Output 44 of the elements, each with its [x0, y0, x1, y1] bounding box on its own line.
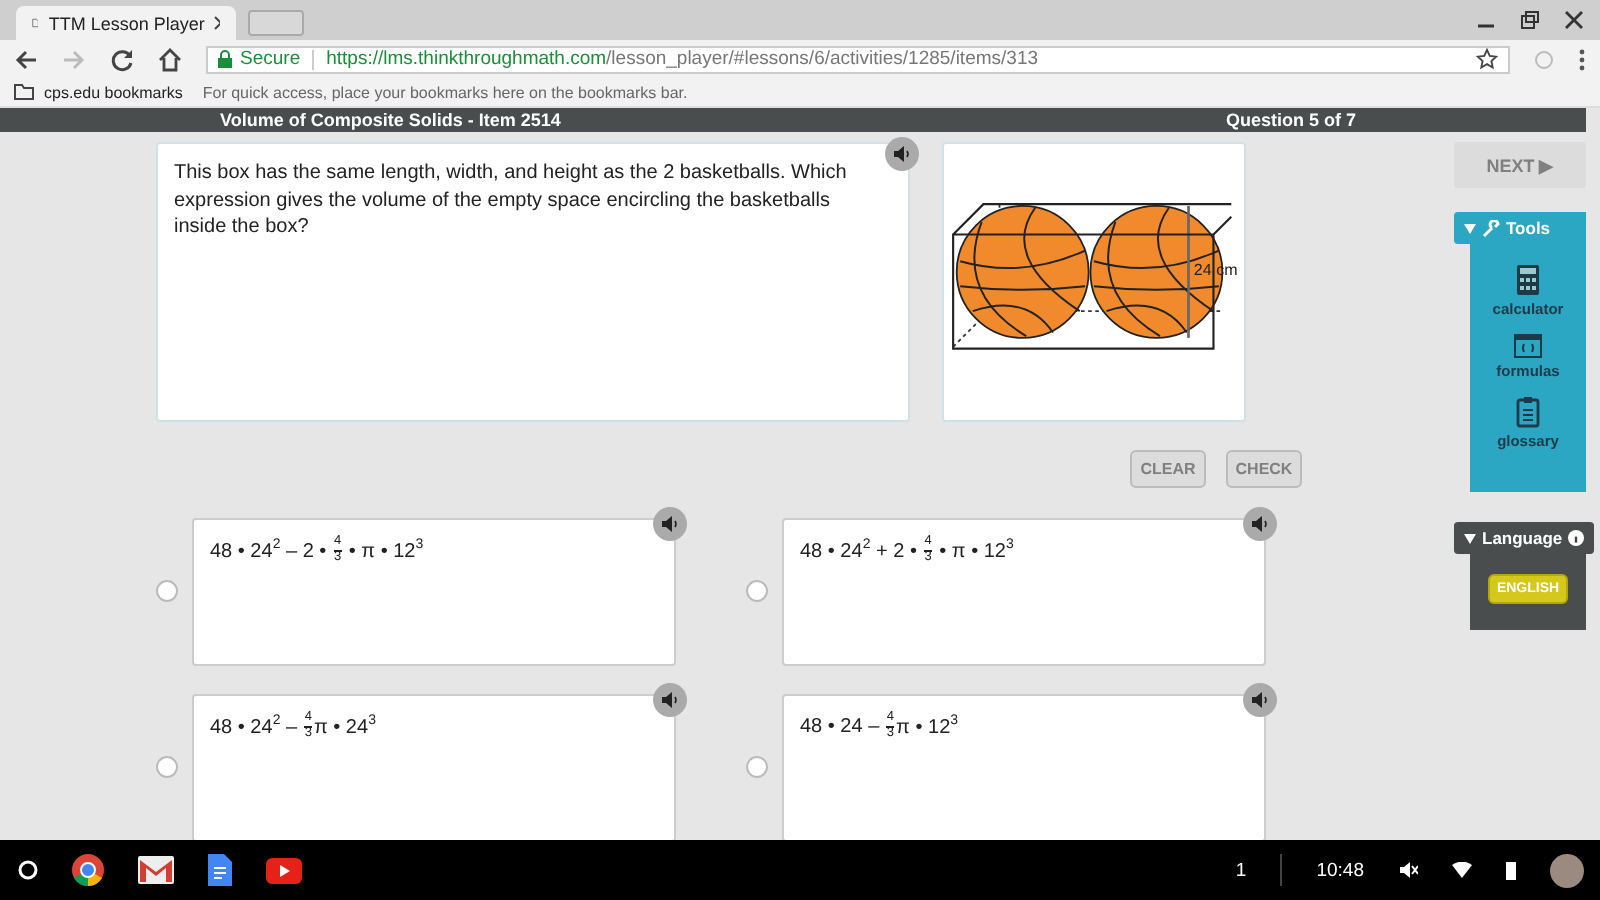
answer-radio[interactable] [746, 756, 768, 778]
notification-count[interactable]: 1 [1235, 859, 1247, 881]
lesson-title: Volume of Composite Solids - Item 2514 [220, 110, 561, 130]
answer-radio[interactable] [746, 580, 768, 602]
battery-icon[interactable] [1506, 861, 1516, 879]
clipboard-icon [1515, 396, 1540, 428]
launcher-icon[interactable] [18, 860, 38, 880]
user-avatar[interactable] [1550, 853, 1584, 887]
muted-speaker-icon[interactable] [1398, 860, 1418, 880]
close-icon[interactable] [1564, 10, 1584, 30]
wifi-icon[interactable] [1452, 862, 1472, 878]
answer-radio[interactable] [156, 756, 178, 778]
language-tab[interactable]: Language [1454, 522, 1595, 554]
reload-icon[interactable] [110, 47, 134, 71]
restore-icon[interactable] [1520, 10, 1540, 30]
address-bar[interactable]: Secure https://lms.thinkthroughmath.com/lesson_player/#lessons/6/activities/1285/items/313 [206, 45, 1510, 73]
folder-icon [14, 84, 34, 100]
mail-icon[interactable] [138, 856, 174, 884]
video-play-icon[interactable] [266, 857, 302, 883]
browser-tab[interactable]: TTM Lesson Player [16, 6, 236, 40]
speaker-icon[interactable] [652, 506, 688, 542]
document-icon[interactable] [208, 854, 232, 886]
collapse-triangle-icon [1464, 223, 1476, 233]
speaker-icon[interactable] [1242, 506, 1278, 542]
bookmarks-hint: For quick access, place your bookmarks here on the bookmarks bar. [202, 83, 688, 101]
speaker-icon[interactable] [1242, 682, 1278, 718]
bookmark-star-icon[interactable] [1476, 48, 1498, 70]
chrome-icon[interactable] [72, 854, 104, 886]
speaker-icon[interactable] [652, 682, 688, 718]
collapse-triangle-icon [1464, 533, 1476, 543]
menu-icon[interactable] [1578, 47, 1586, 71]
question-counter: Question 5 of 7 [1225, 110, 1356, 130]
info-icon[interactable] [1568, 530, 1585, 546]
formula-window-icon [1514, 334, 1542, 358]
speaker-icon[interactable] [884, 136, 920, 172]
home-icon[interactable] [158, 47, 182, 71]
wrench-icon [1482, 219, 1500, 237]
answer-radio[interactable] [156, 580, 178, 602]
question-text: This box has the same length, width, and height as the 2 basketballs. Which expression gives the volume of the empty space encircling the basketballs inside the box? [174, 160, 849, 241]
lock-icon [218, 50, 232, 68]
bookmarks-folder[interactable]: cps.edu bookmarks [44, 83, 183, 101]
calculator-icon [1516, 264, 1540, 296]
back-icon[interactable] [14, 47, 38, 71]
clock-time[interactable]: 10:48 [1316, 859, 1364, 881]
